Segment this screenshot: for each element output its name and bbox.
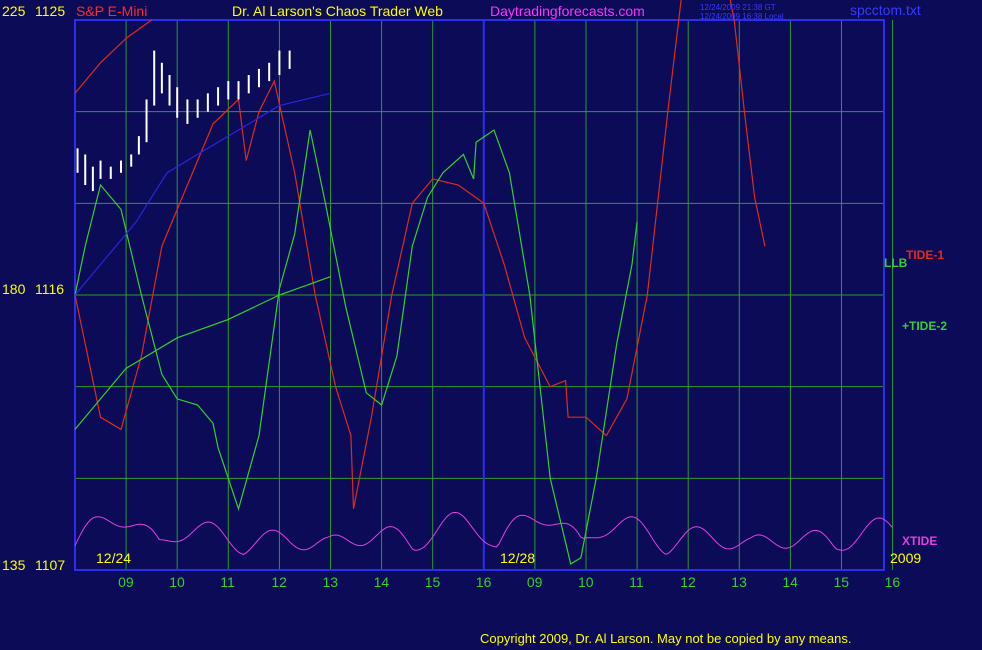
y-mid-price: 1116 (35, 281, 64, 297)
hour-tick-5: 14 (374, 574, 390, 590)
hour-tick-10: 11 (629, 574, 644, 590)
chart: 225 1125 S&P E-Mini Dr. Al Larson's Chao… (0, 0, 982, 650)
tide1-label: TIDE-1 (906, 248, 944, 262)
y-mid-scale: 180 (2, 281, 26, 297)
hour-tick-4: 13 (323, 574, 339, 590)
hour-tick-12: 13 (731, 574, 747, 590)
date-label-1224: 12/24 (96, 550, 131, 566)
hour-tick-11: 12 (680, 574, 696, 590)
year-label: 2009 (890, 550, 921, 566)
llb-label: LLB (884, 256, 908, 270)
hour-tick-14: 15 (834, 574, 850, 590)
date-label-1228: 12/28 (500, 550, 535, 566)
y-bot-price: 1107 (35, 557, 65, 573)
tide2-label: +TIDE-2 (902, 319, 947, 333)
hour-tick-1: 10 (169, 574, 185, 590)
file-name: spcctom.txt (850, 2, 921, 18)
hour-tick-0: 09 (118, 574, 134, 590)
hour-tick-9: 10 (578, 574, 594, 590)
timestamp-gt: 12/24/2009 21:38 GT (700, 3, 776, 12)
site-link[interactable]: Daytradingforecasts.com (490, 3, 645, 19)
hour-tick-13: 14 (782, 574, 798, 590)
instrument-label: S&P E-Mini (76, 3, 147, 19)
hour-tick-2: 11 (220, 574, 235, 590)
hour-tick-15: 16 (885, 574, 901, 590)
timestamp-local: 12/24/2009 16:38 Local (700, 12, 784, 21)
copyright: Copyright 2009, Dr. Al Larson. May not b… (480, 631, 851, 646)
hour-tick-8: 09 (527, 574, 543, 590)
page-title: Dr. Al Larson's Chaos Trader Web (232, 3, 443, 19)
y-top-price: 1125 (35, 3, 65, 19)
hour-tick-6: 15 (425, 574, 441, 590)
hour-tick-3: 12 (271, 574, 287, 590)
hour-tick-7: 16 (476, 574, 492, 590)
y-top-scale: 225 (2, 3, 26, 19)
y-bot-scale: 135 (2, 557, 26, 573)
xtide-label: XTIDE (902, 534, 937, 548)
